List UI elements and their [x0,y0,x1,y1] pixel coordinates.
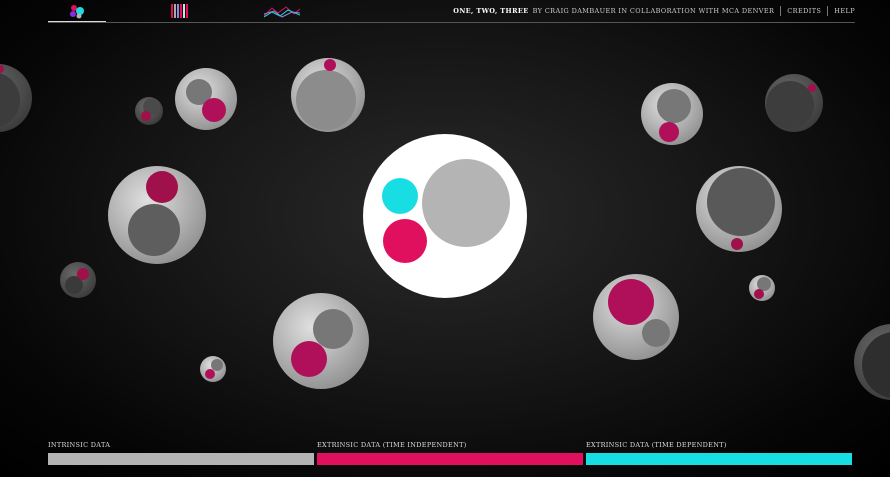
bubble-small-d[interactable] [749,275,775,301]
bubble-edge-right[interactable] [854,324,890,400]
bubble-top-right[interactable] [641,83,703,145]
bubble-small-a[interactable] [135,97,163,125]
legend-label: Extrinsic data (time independent) [317,441,467,449]
legend-swatch [48,453,314,465]
bubble-bottom-right[interactable] [593,274,679,360]
legend-swatch [317,453,583,465]
legend-extrinsic-independent: Extrinsic data (time independent) [317,441,583,465]
legend-swatch [586,453,852,465]
bubble-bottom-center-left[interactable] [273,293,369,389]
legend-label: Intrinsic data [48,441,111,449]
legend-label: Extrinsic data (time dependent) [586,441,727,449]
bubble-top-left[interactable] [175,68,237,130]
bubble-small-c[interactable] [200,356,226,382]
bubble-small-b[interactable] [60,262,96,298]
bubble-far-top-right[interactable] [765,74,823,132]
legend-intrinsic: Intrinsic data [48,441,314,465]
bubble-focus-center[interactable] [363,134,527,298]
legend-extrinsic-dependent: Extrinsic data (time dependent) [586,441,852,465]
bubble-edge-left[interactable] [0,64,32,132]
bubble-mid-right[interactable] [696,166,782,252]
bubble-mid-left[interactable] [108,166,206,264]
bubble-top-center[interactable] [291,58,365,132]
bubble-field [0,58,890,400]
